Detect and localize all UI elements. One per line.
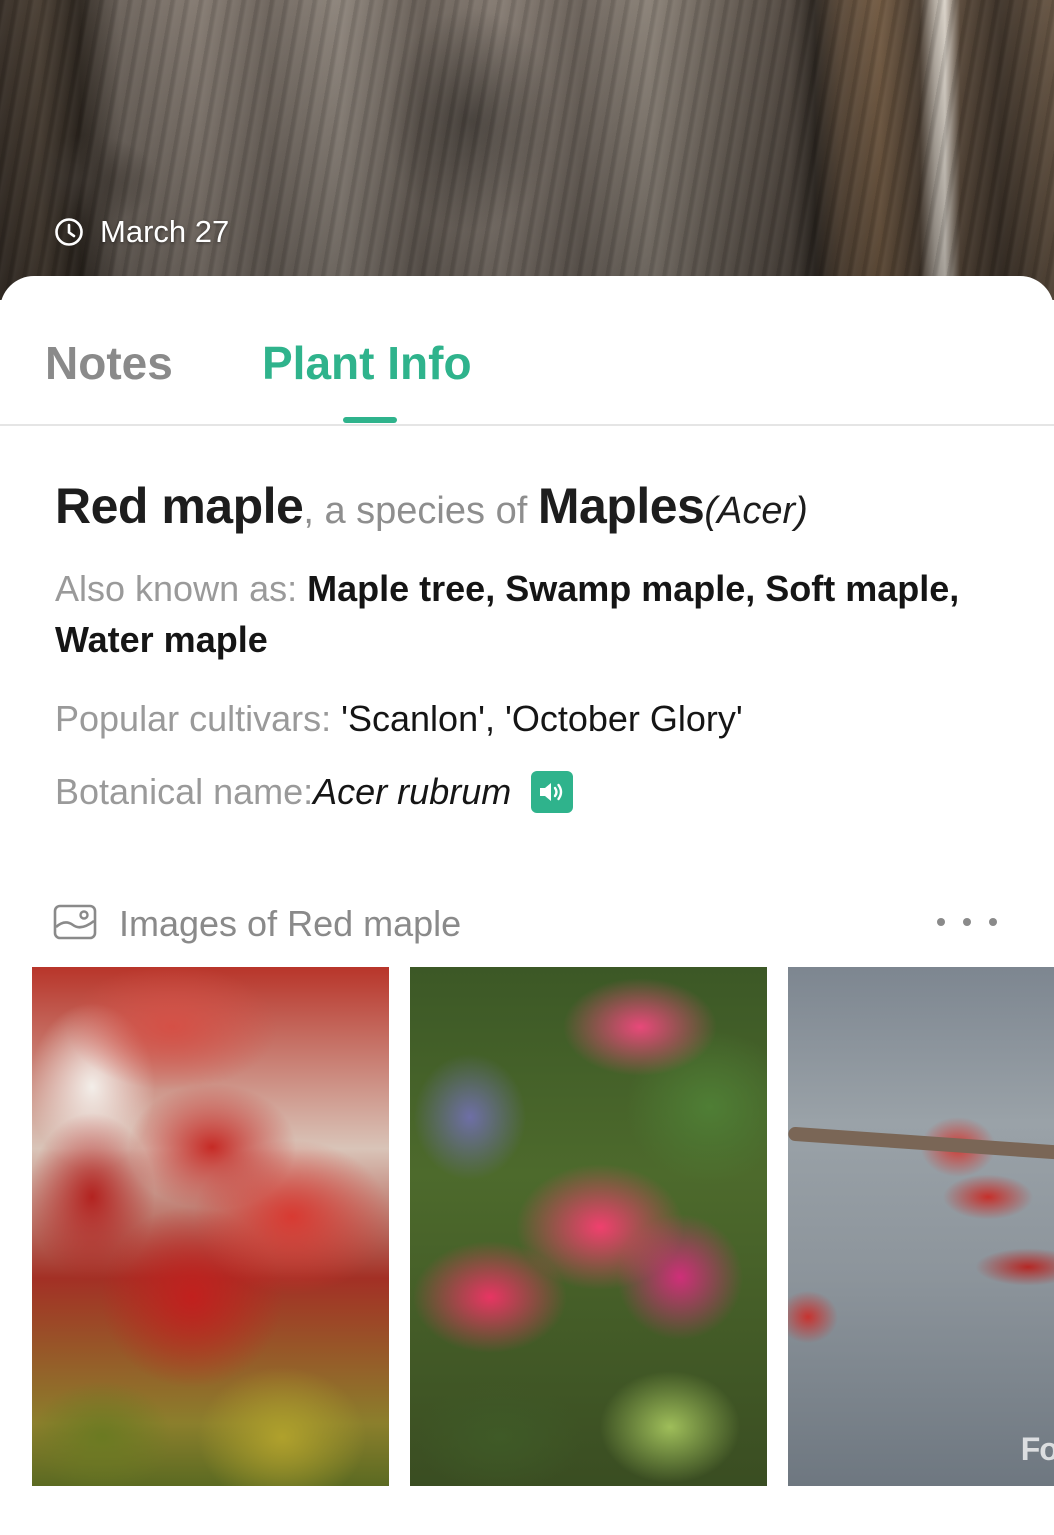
tab-notes[interactable]: Notes bbox=[45, 336, 173, 390]
clock-icon bbox=[54, 217, 84, 247]
popular-cultivars: Popular cultivars: 'Scanlon', 'October G… bbox=[55, 693, 975, 744]
plant-detail-sheet: Notes Plant Info Red maple, a species of… bbox=[0, 276, 1054, 1535]
photo-date: March 27 bbox=[54, 214, 229, 250]
watermark-text: For Sale bbox=[1020, 1431, 1054, 1467]
also-known-as: Also known as: Maple tree, Swamp maple, … bbox=[55, 563, 975, 665]
botanical-name: Botanical name: Acer rubrum bbox=[55, 766, 975, 817]
hero-photo: March 27 bbox=[0, 0, 1054, 300]
tab-bar: Notes Plant Info bbox=[0, 276, 1054, 426]
red-maple-foliage-photo[interactable] bbox=[410, 967, 767, 1486]
image-gallery[interactable]: For Sale bbox=[32, 967, 1054, 1486]
active-tab-indicator bbox=[343, 417, 397, 423]
images-section-header: Images of Red maple bbox=[53, 902, 1003, 946]
genus-name[interactable]: Maples bbox=[538, 478, 705, 534]
aka-label: Also known as: bbox=[55, 568, 308, 609]
genus-latin: (Acer) bbox=[704, 490, 808, 532]
cultivars-label: Popular cultivars: bbox=[55, 698, 342, 739]
date-label: March 27 bbox=[100, 214, 230, 249]
species-of-text: , a species of bbox=[303, 490, 538, 532]
image-icon bbox=[53, 903, 97, 946]
botanical-value: Acer rubrum bbox=[313, 771, 512, 812]
red-maple-leaves-photo[interactable] bbox=[32, 967, 389, 1486]
branch-shape bbox=[788, 1126, 1054, 1162]
more-dots-icon[interactable] bbox=[937, 902, 997, 942]
tab-plant-info[interactable]: Plant Info bbox=[262, 336, 472, 390]
common-name: Red maple bbox=[55, 478, 304, 534]
red-maple-seeds-photo[interactable]: For Sale bbox=[788, 967, 1054, 1486]
images-title: Images of Red maple bbox=[119, 903, 462, 944]
plant-title: Red maple, a species of Maples(Acer) bbox=[55, 476, 1015, 541]
cultivars-value: 'Scanlon', 'October Glory' bbox=[341, 698, 743, 739]
speaker-icon[interactable] bbox=[531, 770, 574, 813]
botanical-label: Botanical name: bbox=[55, 771, 314, 812]
